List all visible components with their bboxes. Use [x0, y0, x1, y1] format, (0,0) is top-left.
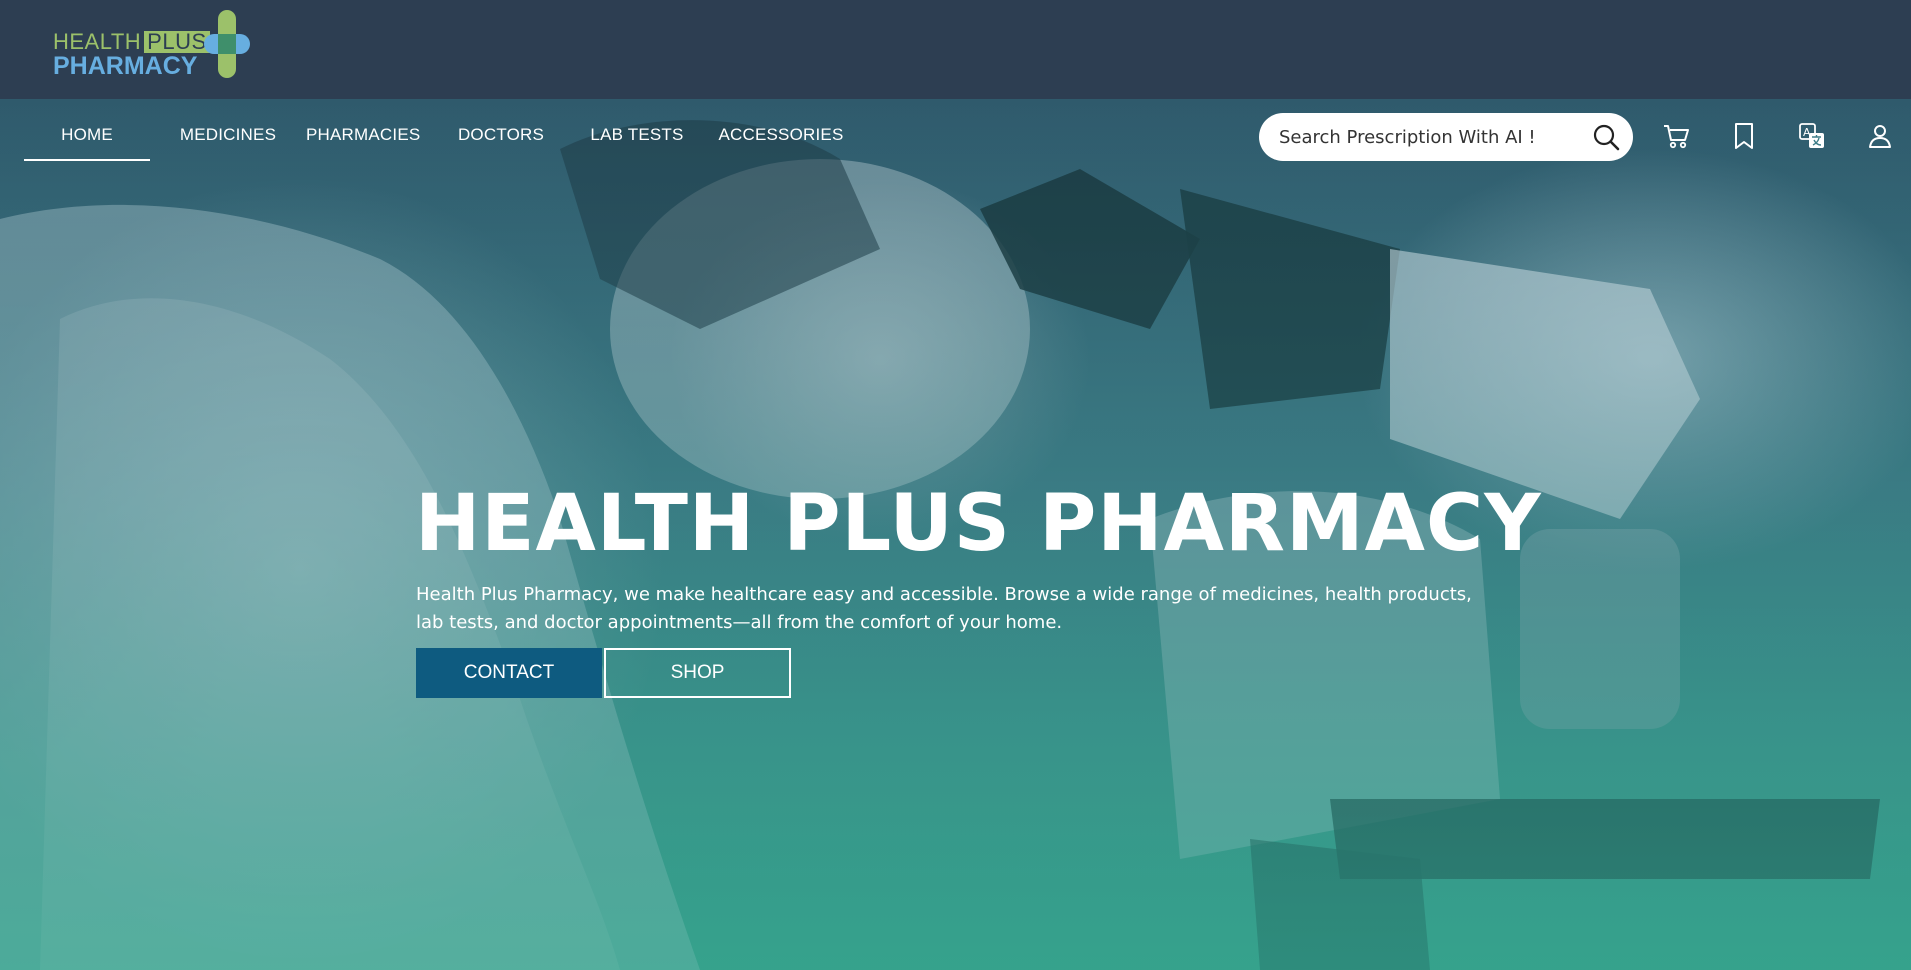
bookmark-icon[interactable]	[1730, 121, 1758, 151]
shop-button[interactable]: SHOP	[604, 648, 791, 698]
nav-home[interactable]: HOME	[24, 125, 150, 161]
search-icon[interactable]	[1592, 123, 1620, 151]
hero-description: Health Plus Pharmacy, we make healthcare…	[416, 584, 1472, 633]
search-bar	[1259, 113, 1633, 161]
nav-pharmacies[interactable]: PHARMACIES	[306, 125, 420, 161]
hero-title: HEALTH PLUS PHARMACY	[415, 479, 1542, 569]
cross-logo-icon	[204, 10, 250, 78]
nav-doctors[interactable]: DOCTORS	[456, 125, 546, 161]
hero-section: HOME MEDICINES PHARMACIES DOCTORS LAB TE…	[0, 99, 1911, 970]
user-icon[interactable]	[1866, 121, 1894, 151]
cart-icon[interactable]	[1662, 121, 1690, 151]
top-header: HEALTH PLUS PHARMACY	[0, 0, 1911, 99]
nav-accessories[interactable]: ACCESSORIES	[718, 125, 844, 161]
contact-button[interactable]: CONTACT	[416, 648, 602, 698]
logo-text-line1: HEALTH PLUS	[53, 30, 210, 54]
translate-icon[interactable]: A	[1798, 121, 1826, 151]
logo-text-line2: PHARMACY	[53, 52, 198, 80]
brand-logo[interactable]: HEALTH PLUS PHARMACY	[52, 10, 252, 80]
logo-word-health: HEALTH	[53, 29, 142, 54]
nav-medicines[interactable]: MEDICINES	[178, 125, 278, 161]
search-input[interactable]	[1279, 121, 1579, 153]
logo-word-plus: PLUS	[144, 31, 210, 53]
nav-lab-tests[interactable]: LAB TESTS	[590, 125, 684, 161]
